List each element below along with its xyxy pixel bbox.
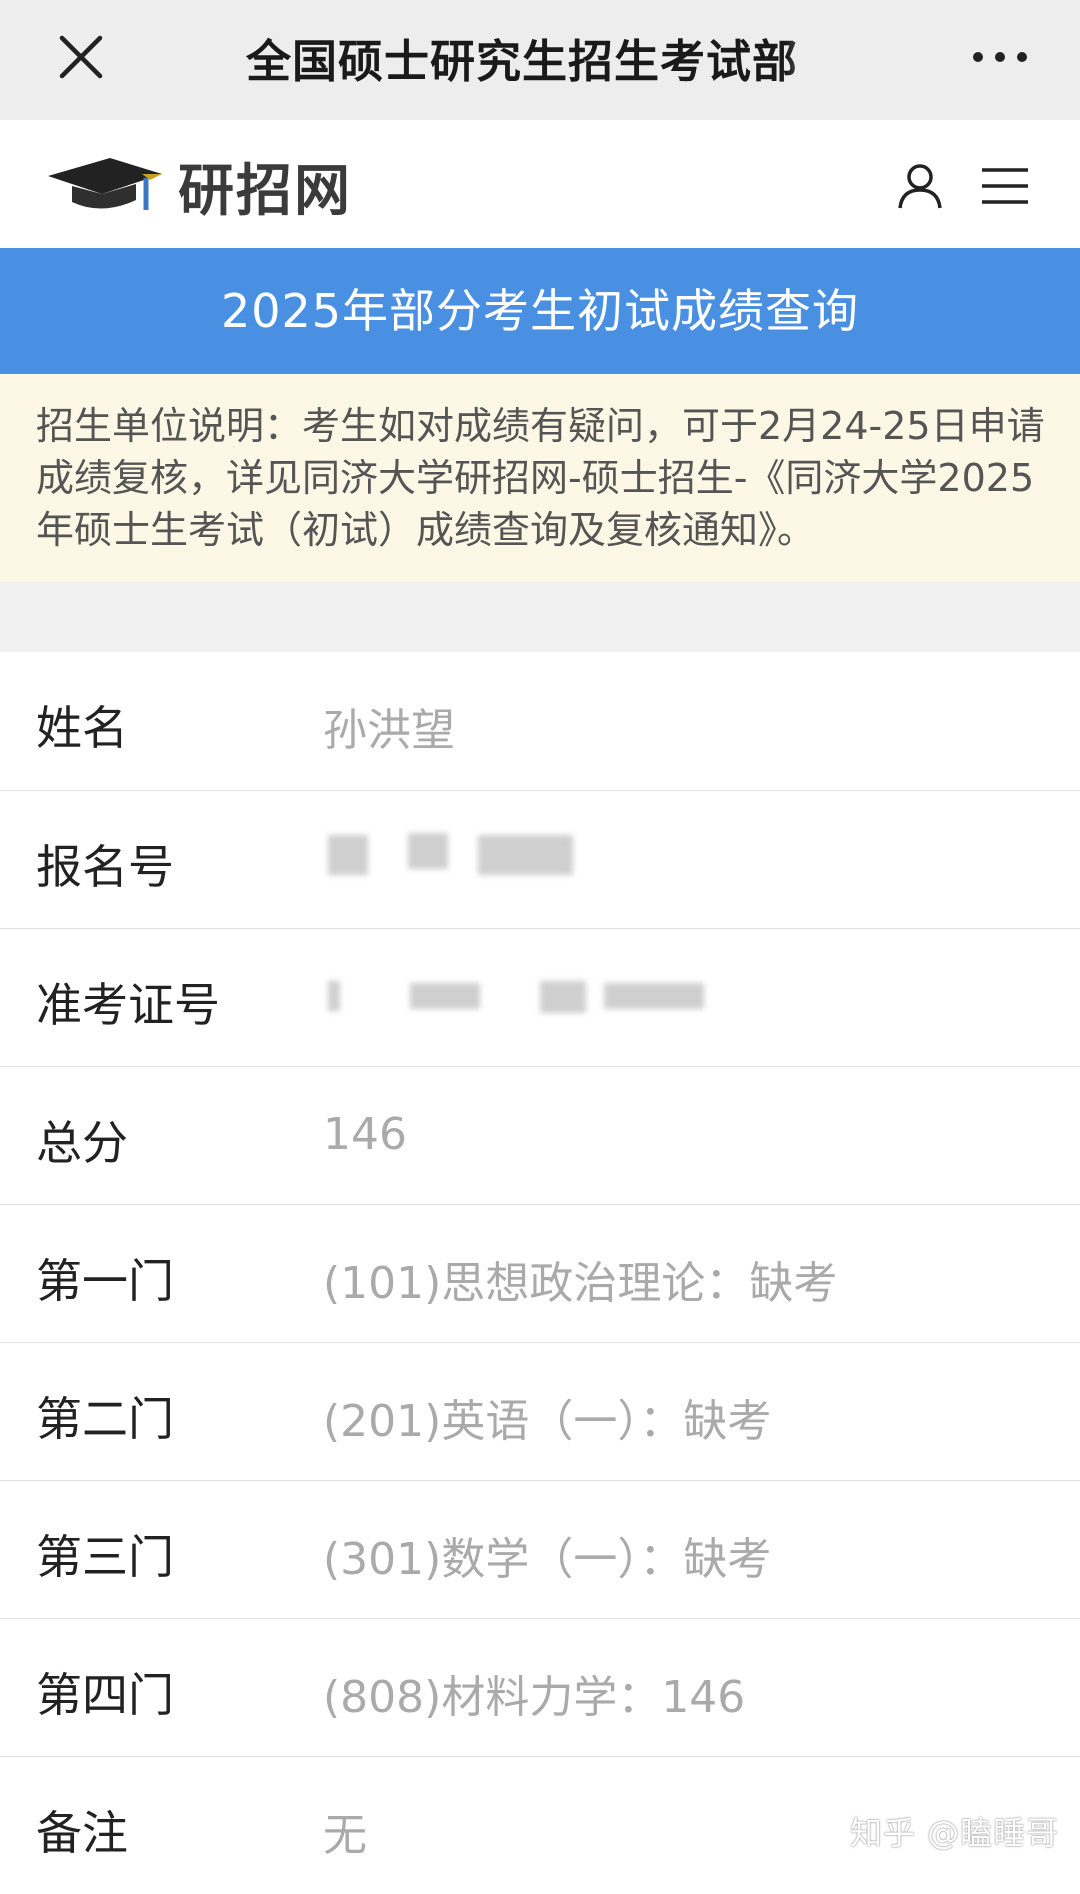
user-icon — [898, 164, 942, 209]
redacted-value — [318, 829, 578, 883]
row-label: 准考证号 — [36, 978, 220, 1032]
redacted-value — [318, 967, 738, 1021]
admission-notice: 招生单位说明：考生如对成绩有疑问，可于2月24-25日申请成绩复核，详见同济大学… — [0, 374, 1080, 582]
row-label: 第三门 — [36, 1530, 174, 1584]
more-button[interactable] — [970, 42, 1030, 72]
row-subject-2: 第二门 (201)英语（一）：缺考 — [0, 1342, 1080, 1480]
more-dots-icon — [973, 52, 1027, 62]
hamburger-menu-icon — [982, 168, 1028, 204]
row-name: 姓名 孙洪望 — [0, 652, 1080, 790]
site-logo[interactable]: 研招网 — [46, 146, 352, 227]
row-value: (101)思想政治理论：缺考 — [323, 1258, 838, 1309]
row-value: (201)英语（一）：缺考 — [323, 1396, 772, 1447]
section-divider — [0, 582, 1080, 652]
graduation-cap-icon — [48, 157, 162, 210]
source-watermark: 知乎 @瞌睡哥 — [850, 1814, 1060, 1852]
row-value: (301)数学（一）：缺考 — [323, 1534, 772, 1585]
score-table: 姓名 孙洪望 报名号 准考证号 总分 146 第一门 (101)思想政治理论：缺… — [0, 652, 1080, 1894]
webview-title: 全国硕士研究生招生考试部 — [246, 35, 799, 88]
row-registration-number: 报名号 — [0, 790, 1080, 928]
user-button[interactable] — [896, 162, 944, 210]
row-value: 孙洪望 — [323, 705, 455, 756]
row-label: 备注 — [36, 1806, 128, 1860]
row-value: (808)材料力学：146 — [323, 1672, 746, 1723]
row-total-score: 总分 146 — [0, 1066, 1080, 1204]
webview-top-bar: 全国硕士研究生招生考试部 — [0, 0, 1080, 120]
close-button[interactable] — [56, 32, 106, 82]
row-admission-ticket: 准考证号 — [0, 928, 1080, 1066]
row-value: 无 — [323, 1810, 367, 1861]
row-subject-4: 第四门 (808)材料力学：146 — [0, 1618, 1080, 1756]
row-label: 报名号 — [36, 840, 174, 894]
row-label: 第一门 — [36, 1254, 174, 1308]
logo-text: 研招网 — [178, 158, 352, 224]
row-value: 146 — [323, 1109, 407, 1160]
row-subject-3: 第三门 (301)数学（一）：缺考 — [0, 1480, 1080, 1618]
row-label: 第四门 — [36, 1668, 174, 1722]
row-label: 第二门 — [36, 1392, 174, 1446]
page-banner-title: 2025年部分考生初试成绩查询 — [0, 248, 1080, 374]
row-label: 姓名 — [36, 701, 128, 755]
close-icon — [59, 35, 103, 79]
row-subject-1: 第一门 (101)思想政治理论：缺考 — [0, 1204, 1080, 1342]
menu-button[interactable] — [980, 166, 1030, 206]
row-label: 总分 — [36, 1116, 128, 1170]
site-header: 研招网 — [0, 120, 1080, 248]
